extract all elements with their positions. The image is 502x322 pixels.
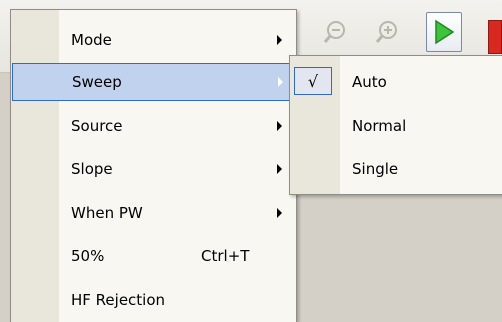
- menu-item-when-pw[interactable]: When PW: [12, 194, 295, 232]
- submenu-arrow-icon: [278, 77, 283, 87]
- menu-item-slope[interactable]: Slope: [12, 150, 295, 188]
- menu-item-50-percent[interactable]: 50% Ctrl+T: [12, 237, 295, 275]
- menu-item-label: Sweep: [72, 73, 122, 91]
- check-mark-icon: √: [294, 67, 332, 95]
- menu-item-label: Slope: [71, 160, 113, 178]
- submenu-item-label: Normal: [352, 117, 407, 135]
- submenu-arrow-icon: [277, 208, 282, 218]
- menu-item-mode[interactable]: Mode: [12, 21, 295, 59]
- menu-item-label: Mode: [71, 31, 112, 49]
- play-button[interactable]: [426, 12, 462, 52]
- zoom-in-icon[interactable]: [372, 12, 402, 52]
- submenu-item-label: Single: [352, 160, 399, 178]
- menu-item-hf-rejection[interactable]: HF Rejection: [12, 281, 295, 319]
- menu-item-shortcut: Ctrl+T: [201, 247, 250, 265]
- menu-item-source[interactable]: Source: [12, 107, 295, 145]
- context-menu: Mode Sweep Source Slope When PW 50% Ctrl…: [10, 9, 297, 322]
- submenu-arrow-icon: [277, 121, 282, 131]
- sweep-submenu: √ Auto Normal Single: [289, 55, 502, 195]
- menu-item-sweep[interactable]: Sweep: [12, 63, 295, 101]
- submenu-arrow-icon: [277, 35, 282, 45]
- submenu-item-auto[interactable]: √ Auto: [291, 63, 501, 101]
- menu-item-label: When PW: [71, 204, 143, 222]
- menu-item-label: Source: [71, 117, 123, 135]
- submenu-item-single[interactable]: Single: [291, 150, 501, 188]
- menu-item-label: HF Rejection: [71, 291, 166, 309]
- submenu-item-normal[interactable]: Normal: [291, 107, 501, 145]
- play-icon: [435, 19, 455, 45]
- submenu-arrow-icon: [277, 164, 282, 174]
- stop-button[interactable]: [488, 20, 502, 54]
- menu-item-label: 50%: [71, 247, 105, 265]
- submenu-item-label: Auto: [352, 73, 387, 91]
- zoom-out-icon[interactable]: [320, 12, 350, 52]
